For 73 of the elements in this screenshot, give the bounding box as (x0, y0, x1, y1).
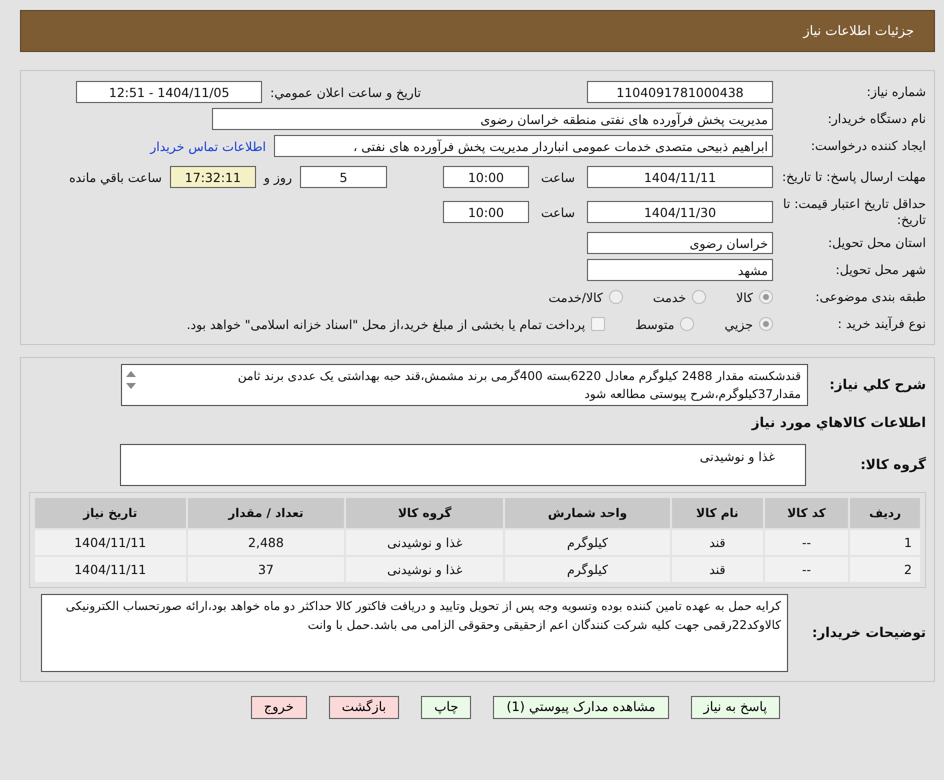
action-button[interactable]: مشاهده مدارک پیوستي (1) (493, 696, 668, 719)
need-number-field[interactable]: 1104091781000438 (587, 81, 773, 103)
city-field[interactable]: مشهد (587, 259, 773, 281)
radio-label: متوسط (635, 316, 674, 332)
field-label: ایجاد کننده درخواست: (810, 138, 926, 154)
radio-label: جزيي (724, 316, 753, 332)
column-header: تاریخ نیاز (34, 497, 186, 529)
field-label: ساعت باقي مانده (69, 170, 162, 184)
column-header: ردیف (849, 497, 921, 529)
column-header: تعداد / مقدار (186, 497, 346, 529)
table-cell: -- (764, 529, 850, 556)
radio-button[interactable] (680, 317, 694, 331)
radio-button[interactable] (608, 290, 623, 304)
table-cell: -- (764, 556, 850, 583)
page-title: جزئیات اطلاعات نیاز (803, 24, 914, 38)
announce-date-field[interactable]: 1404/11/05 - 12:51 (76, 81, 262, 103)
field-label: ساعت (540, 170, 575, 184)
radio-button[interactable] (759, 290, 773, 304)
field-label: شرح کلي نیاز: (828, 377, 926, 393)
table-cell: 1404/11/11 (34, 556, 186, 583)
checkbox[interactable] (591, 317, 606, 331)
table-cell: 2 (849, 556, 921, 583)
radio-button[interactable] (759, 317, 773, 331)
table-cell: کیلوگرم (504, 529, 671, 556)
action-button[interactable]: چاپ (421, 696, 472, 719)
action-button[interactable]: خروج (250, 696, 307, 719)
radio-button[interactable] (692, 290, 706, 304)
table-cell: 2,488 (186, 529, 346, 556)
table-cell: غذا و نوشیدنی (345, 529, 504, 556)
action-button[interactable]: پاسخ به نیاز (690, 696, 780, 719)
deadline-time-field[interactable]: 10:00 (442, 166, 529, 188)
field-label: استان محل تحویل: (826, 235, 926, 251)
deadline-date-field[interactable]: 1404/11/11 (587, 166, 773, 188)
table-cell: 37 (186, 556, 346, 583)
column-header: واحد شمارش (504, 497, 671, 529)
buyer-field[interactable]: مدیریت پخش فرآورده های نفتی منطقه خراسان رضوی (212, 108, 773, 130)
column-header: کد کالا (764, 497, 850, 529)
field-label: روز و (264, 170, 292, 184)
validity-date-field[interactable]: 1404/11/30 (587, 201, 773, 223)
buyer-notes-field[interactable]: کرایه حمل به عهده تامین کننده بوده وتسویه وجه پس از تحویل وتایید و دریافت فاکتور کالا حداکثر دو ماه خواهد بود،ارائه صورتحساب الکترونیکی کالاوکد22رقمی جهت کلیه شرکت کنندگان اعم ازحقیقی وحقوقی الزامی می باشد.حمل با وانت (41, 594, 788, 672)
field-label: تاریخ و ساعت اعلان عمومي: (270, 84, 421, 100)
field-label: نوع فرآیند خرید : (836, 316, 926, 332)
field-label: ساعت (540, 204, 575, 220)
field-label: شماره نیاز: (866, 84, 926, 100)
creator-field[interactable]: ابراهیم ذبیحی متصدی خدمات عمومی انباردار مدیریت پخش فرآورده های نفتی ، (274, 135, 773, 157)
remaining-time-field[interactable]: 17:32:11 (170, 166, 256, 188)
column-header: گروه کالا (345, 497, 504, 529)
checkbox-label: پرداخت تمام یا بخشی از مبلغ خرید،از محل "اسناد خزانه اسلامی" خواهد بود. (186, 316, 586, 332)
buyer-contact-link[interactable]: اطلاعات تماس خریدار (150, 138, 266, 154)
province-field[interactable]: خراسان رضوی (587, 232, 773, 254)
field-label: گروه کالا: (859, 457, 926, 473)
goods-group-field[interactable]: غذا و نوشیدنی (120, 444, 806, 486)
column-header: نام کالا (670, 497, 764, 529)
table-cell: قند (670, 556, 764, 583)
table-cell: 1 (849, 529, 921, 556)
radio-label: کالا/خدمت (548, 290, 603, 304)
field-label: طبقه بندی موضوعی: (814, 289, 926, 305)
field-label: نام دستگاه خریدار: (826, 111, 926, 127)
field-label: شهر محل تحویل: (834, 262, 926, 278)
action-button[interactable]: بازگشت (328, 696, 400, 719)
table-cell: 1404/11/11 (34, 529, 186, 556)
table-cell: کیلوگرم (504, 556, 671, 583)
radio-label: کالا (736, 290, 753, 304)
validity-time-field[interactable]: 10:00 (442, 201, 529, 223)
field-label: حداقل تاریخ اعتبار قیمت: تا تاریخ: (782, 196, 926, 228)
section-heading: اطلاعات کالاهاي مورد نیاز (752, 415, 926, 431)
field-label: مهلت ارسال پاسخ: تا تاریخ: (781, 169, 926, 185)
description-field[interactable]: قندشکسته مقدار 2488 کیلوگرم معادل 6220بسته 400گرمی برند مشمش،قند حبه بهداشتی یک عددی برند ثامن مقدار37کیلوگرم،شرح پیوستی مطالعه شود (121, 364, 808, 406)
days-field[interactable]: 5 (300, 166, 387, 188)
table-cell: قند (670, 529, 764, 556)
radio-label: خدمت (652, 290, 686, 304)
table-cell: غذا و نوشیدنی (345, 556, 504, 583)
field-label: توضیحات خریدار: (811, 624, 926, 642)
